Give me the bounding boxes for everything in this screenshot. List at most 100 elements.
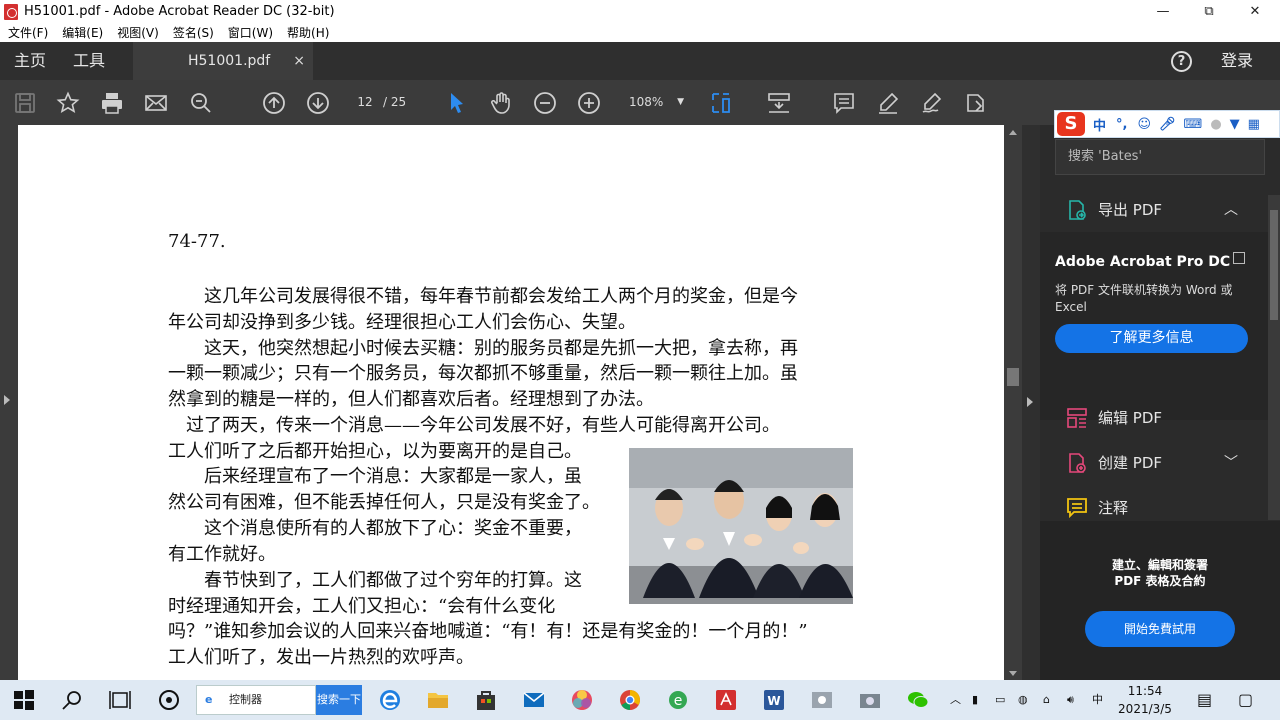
free-trial-line-2: PDF 表格及合約 (1114, 574, 1206, 588)
restore-button[interactable]: ⧉ (1186, 0, 1232, 23)
battery-icon[interactable]: ▭ (995, 680, 1005, 720)
word-icon[interactable]: W (762, 688, 786, 712)
ie-browser-icon[interactable]: e (666, 688, 690, 712)
expand-left-panel-icon[interactable] (4, 395, 10, 405)
print-icon[interactable] (99, 90, 125, 116)
tab-document[interactable]: H51001.pdf × (133, 42, 313, 80)
fill-sign-icon[interactable] (919, 90, 945, 116)
ime-keyboard-icon[interactable]: ⌨︎ (1184, 117, 1203, 132)
start-windows-icon[interactable] (12, 688, 36, 712)
task-manager-icon[interactable]: ▤ (1197, 680, 1212, 720)
zoom-in-icon[interactable] (576, 90, 602, 116)
taskbar-search-box[interactable]: e 控制器 (196, 685, 316, 715)
doc-line: 过了两天，传来一个消息——今年公司发展不好，有些人可能得离开公司。 (168, 415, 780, 436)
security-icon[interactable]: ◍ (1018, 680, 1028, 720)
copy-icon[interactable] (1233, 252, 1245, 264)
wechat-icon[interactable] (906, 688, 930, 712)
store-icon[interactable] (474, 688, 498, 712)
zoom-out-icon[interactable] (532, 90, 558, 116)
tools-search-input[interactable]: 搜索 'Bates' (1055, 139, 1265, 175)
previous-page-icon[interactable] (261, 90, 287, 116)
scroll-up-arrow-icon[interactable] (1009, 130, 1017, 135)
minimize-button[interactable]: — (1140, 0, 1186, 23)
collapse-right-panel[interactable] (1022, 125, 1040, 680)
phone-icon[interactable]: ▮ (972, 680, 978, 720)
notification-center-icon[interactable]: ▢ (1238, 680, 1253, 720)
ime-user-icon[interactable]: ● (1210, 117, 1221, 132)
find-zoom-icon[interactable] (188, 90, 214, 116)
ime-toolbar[interactable]: S 中 °, ☺ 🎤︎ ⌨︎ ● ▼ ▦ (1054, 110, 1280, 138)
document-scrollbar[interactable] (1004, 125, 1022, 680)
app-bug-icon[interactable] (157, 688, 181, 712)
login-button[interactable]: 登录 (1221, 42, 1253, 80)
ime-lang-toggle[interactable]: 中 (1093, 115, 1106, 134)
close-button[interactable]: ✕ (1232, 0, 1278, 23)
show-hidden-icons-icon[interactable]: ︿ (950, 680, 961, 720)
system-clock[interactable]: 11:54 2021/3/5 (1115, 682, 1175, 718)
app-window-icon[interactable] (810, 688, 834, 712)
highlight-pen-icon[interactable] (875, 90, 901, 116)
email-icon[interactable] (143, 90, 169, 116)
volume-icon[interactable]: 🔊︎ (1067, 680, 1074, 720)
app-camera-icon[interactable] (858, 688, 882, 712)
network-icon[interactable]: ⌂ (1043, 680, 1050, 720)
search-icon[interactable] (60, 688, 84, 712)
chrome-icon[interactable] (618, 688, 642, 712)
chevron-down-icon[interactable]: ﹀ (1224, 443, 1238, 483)
color-app-icon[interactable] (570, 688, 594, 712)
chevron-up-icon[interactable]: ︿ (1224, 190, 1238, 230)
ime-skin-icon[interactable]: ▼ (1230, 117, 1240, 132)
sogou-logo-icon[interactable]: S (1057, 112, 1085, 136)
task-view-icon[interactable] (108, 688, 132, 712)
menu-edit[interactable]: 编辑(E) (62, 24, 103, 41)
tools-pane-scrollbar[interactable] (1268, 195, 1280, 520)
ime-voice-icon[interactable]: 🎤︎ (1159, 117, 1176, 132)
save-icon[interactable] (12, 90, 38, 116)
doc-line: 有工作就好。 (168, 544, 276, 565)
chevron-down-icon: ▼ (677, 97, 684, 107)
menu-window[interactable]: 窗口(W) (228, 24, 273, 41)
tab-tools[interactable]: 工具 (73, 42, 105, 80)
acrobat-taskbar-icon[interactable] (714, 688, 738, 712)
learn-more-button[interactable]: 了解更多信息 (1055, 324, 1248, 353)
document-tab-close-button[interactable]: × (293, 42, 305, 80)
scrollbar-thumb[interactable] (1007, 368, 1019, 386)
tools-pane-scroll-thumb[interactable] (1270, 210, 1278, 320)
menu-help[interactable]: 帮助(H) (287, 24, 329, 41)
menu-file[interactable]: 文件(F) (8, 24, 48, 41)
start-free-trial-button[interactable]: 開始免費試用 (1085, 611, 1235, 647)
ime-punctuation-icon[interactable]: °, (1116, 117, 1127, 132)
zoom-level: 108% (629, 95, 664, 109)
ime-emoji-icon[interactable]: ☺ (1137, 117, 1151, 132)
comment-icon[interactable] (831, 90, 857, 116)
edge-browser-icon[interactable] (378, 688, 402, 712)
select-cursor-icon[interactable] (444, 90, 470, 116)
edit-pdf-tool[interactable]: 编辑 PDF (1040, 398, 1268, 438)
page-number-input[interactable]: 12 (350, 92, 380, 112)
menu-view[interactable]: 视图(V) (117, 24, 159, 41)
file-explorer-icon[interactable] (426, 688, 450, 712)
create-pdf-tool[interactable]: 创建 PDF ﹀ (1040, 443, 1268, 483)
help-icon[interactable]: ? (1171, 51, 1192, 72)
collapse-panel-arrow-icon[interactable] (1027, 397, 1033, 407)
doc-line: 时经理通知开会，工人们又担心：“会有什么变化 (168, 596, 556, 617)
more-tools-icon[interactable] (963, 90, 989, 116)
zoom-level-dropdown[interactable]: 108% ▼ (620, 92, 690, 112)
input-method-indicator[interactable]: 中 (1092, 680, 1103, 720)
left-nav-gutter[interactable] (0, 125, 18, 680)
taskbar-search-button[interactable]: 搜索一下 (316, 685, 362, 715)
ime-toolbox-icon[interactable]: ▦ (1248, 117, 1260, 132)
comment-tool-icon (1066, 497, 1088, 519)
export-pdf-tool[interactable]: 导出 PDF ︿ (1040, 190, 1268, 230)
hand-tool-icon[interactable] (488, 90, 514, 116)
bookmark-star-icon[interactable] (55, 90, 81, 116)
doc-line: 吗？”谁知参加会议的人回来兴奋地喊道：“有！有！还是有奖金的！一个月的！” (168, 621, 808, 642)
scroll-down-arrow-icon[interactable] (1009, 671, 1017, 676)
tab-home[interactable]: 主页 (14, 42, 46, 80)
menu-sign[interactable]: 签名(S) (173, 24, 214, 41)
mail-icon[interactable] (522, 688, 546, 712)
scroll-mode-icon[interactable] (766, 90, 792, 116)
page-fit-icon[interactable] (708, 90, 734, 116)
next-page-icon[interactable] (305, 90, 331, 116)
pdf-page[interactable]: 74-77. 这几年公司发展得很不错，每年春节前都会发给工人两个月的奖金，但是今… (18, 125, 1004, 680)
